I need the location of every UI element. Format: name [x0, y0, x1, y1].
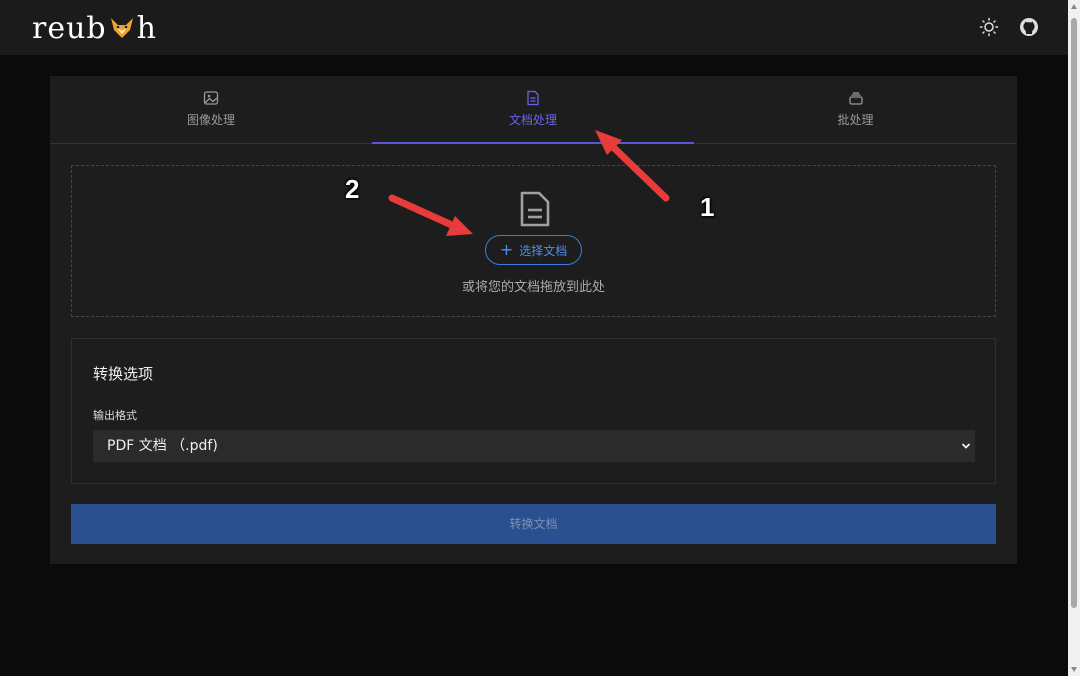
- scrollbar[interactable]: [1068, 0, 1080, 676]
- options-title: 转换选项: [93, 365, 154, 383]
- tab-document-processing[interactable]: 文档处理: [372, 76, 694, 144]
- converter-card: 图像处理 文档处理 批处理 + 选择文档 或将您的文档拖放到此处 转换选项 输出…: [50, 76, 1017, 564]
- annotation-number-2: 2: [345, 174, 360, 204]
- sun-icon[interactable]: [979, 17, 999, 37]
- scroll-up-arrow-icon[interactable]: [1071, 4, 1077, 9]
- tab-image-processing[interactable]: 图像处理: [50, 76, 372, 143]
- tab-bar: 图像处理 文档处理 批处理: [50, 76, 1017, 144]
- output-format-select[interactable]: PDF 文档 （.pdf): [93, 430, 975, 462]
- fox-icon: [110, 18, 133, 38]
- github-icon[interactable]: [1019, 17, 1039, 37]
- output-format-label: 输出格式: [93, 409, 137, 422]
- annotation-number-1: 1: [700, 192, 715, 222]
- chevron-down-icon: [961, 443, 971, 449]
- scroll-down-arrow-icon[interactable]: [1071, 667, 1077, 672]
- logo[interactable]: reub h: [32, 9, 157, 47]
- scrollbar-thumb[interactable]: [1071, 18, 1077, 608]
- convert-document-button[interactable]: 转换文档: [71, 504, 996, 544]
- document-icon: [527, 90, 539, 106]
- tab-label: 图像处理: [186, 113, 235, 127]
- active-tab-indicator: [372, 142, 694, 144]
- logo-text-start: reub: [32, 10, 107, 46]
- document-icon: [520, 191, 550, 227]
- select-document-label: 选择文档: [519, 243, 568, 258]
- image-icon: [203, 91, 219, 105]
- drop-hint: 或将您的文档拖放到此处: [461, 280, 605, 295]
- app-header: reub h: [0, 0, 1068, 55]
- conversion-options-panel: 转换选项 输出格式 PDF 文档 （.pdf): [71, 338, 996, 484]
- tab-label: 批处理: [837, 113, 874, 127]
- file-dropzone[interactable]: + 选择文档 或将您的文档拖放到此处: [71, 165, 996, 317]
- output-format-value: PDF 文档 （.pdf): [107, 438, 218, 454]
- logo-text-end: h: [136, 10, 157, 46]
- plus-icon: +: [499, 240, 514, 259]
- tab-batch-processing[interactable]: 批处理: [694, 76, 1017, 143]
- tab-label: 文档处理: [508, 113, 557, 127]
- select-document-button[interactable]: + 选择文档: [485, 235, 582, 265]
- layers-icon: [848, 92, 863, 105]
